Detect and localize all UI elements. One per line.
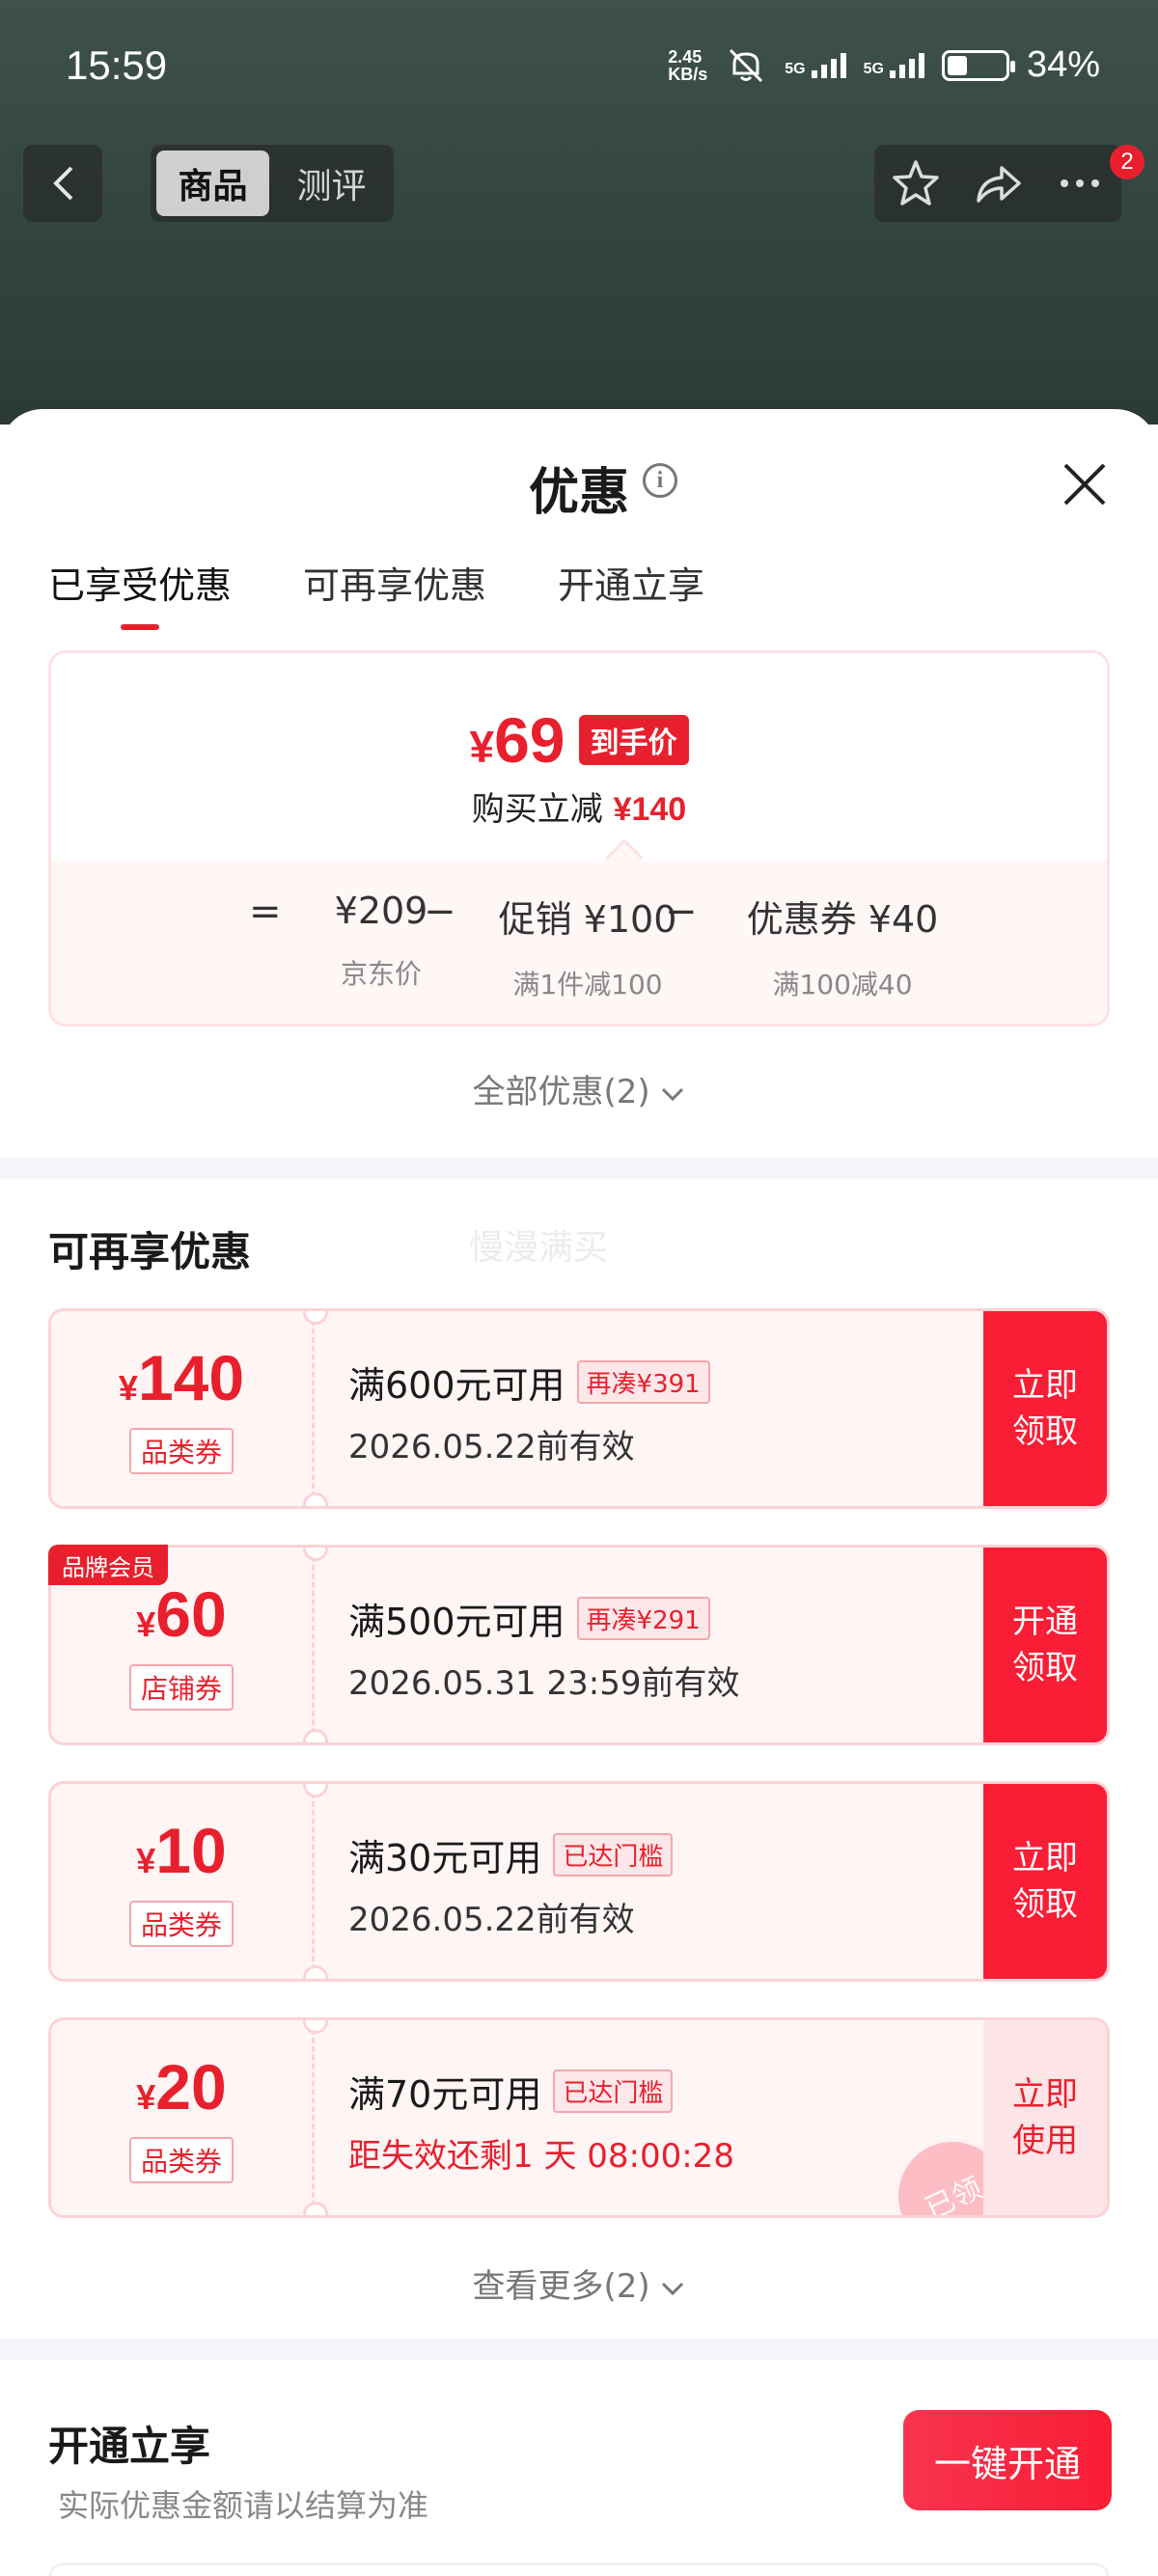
coupon-amount: ¥10 (136, 1814, 227, 1886)
coupon-validity: 2026.05.22前有效 (348, 1428, 635, 1466)
coupon-type: 店铺券 (128, 1663, 234, 1711)
more-offers-title: 可再享优惠 (48, 1228, 252, 1275)
tab-open-enjoy[interactable]: 开通立享 (558, 556, 704, 630)
coupon-amount-area: ¥10 品类券 (51, 1784, 312, 1979)
battery-percent: 34% (1026, 44, 1100, 85)
coupon-details: 满600元可用 再凑¥391 2026.05.22前有效 (348, 1356, 710, 1467)
coupon-condition: 满70元可用 (348, 2073, 542, 2116)
watermark-text: 慢漫满买 (469, 1228, 609, 1268)
star-icon[interactable] (889, 156, 943, 210)
coupon-condition: 满30元可用 (348, 1837, 542, 1879)
coupon-validity: 2026.05.22前有效 (348, 1901, 635, 1939)
chevron-down-icon (662, 1087, 684, 1102)
final-price-tag: 到手价 (578, 715, 689, 765)
net-speed: 2.45 KB/s (668, 46, 708, 84)
see-more-link[interactable]: 查看更多(2) (0, 2260, 1158, 2307)
reduction-line: 购买立减 ¥140 (471, 790, 687, 829)
formula-minus-1: − (424, 890, 456, 934)
coupon-details: 满500元可用 再凑¥291 2026.05.31 23:59前有效 (348, 1592, 739, 1704)
coupon-separator (303, 1311, 328, 1506)
brand-member-badge: 品牌会员 (48, 1545, 168, 1585)
coupon-card: ¥140 品类券 满600元可用 再凑¥391 2026.05.22前有效 立即 … (48, 1308, 1110, 1509)
battery-icon (941, 49, 1015, 81)
reduction-value: ¥140 (613, 791, 687, 828)
notification-badge: 2 (1110, 145, 1144, 179)
coupon-condition: 满600元可用 (348, 1364, 565, 1407)
offers-sheet: 优惠 i 已享受优惠 可再享优惠 开通立享 ¥69 到手价 购买立减 ¥140 … (0, 409, 1158, 2576)
coupon-condition: 满500元可用 (348, 1601, 565, 1643)
sheet-title: 优惠 (528, 464, 629, 522)
tab-review[interactable]: 测评 (275, 151, 388, 216)
coupon-details: 满30元可用 已达门槛 2026.05.22前有效 (348, 1828, 674, 1940)
final-price-row: ¥69 到手价 (51, 703, 1107, 777)
battery-level (947, 55, 967, 75)
final-price: ¥69 (469, 704, 565, 776)
coupon-separator (303, 2020, 328, 2215)
coupon-type: 品类券 (128, 1427, 234, 1474)
coupon-tag: 已达门槛 (553, 2069, 674, 2113)
open-enjoy-subtitle: 实际优惠金额请以结算为准 (58, 2487, 429, 2524)
coupon-amount-area: ¥140 品类券 (51, 1311, 312, 1506)
open-claim-button[interactable]: 开通 领取 (983, 1548, 1107, 1742)
share-icon[interactable] (971, 156, 1025, 210)
coupon-separator (303, 1784, 328, 1979)
coupon-amount-area: ¥20 品类券 (51, 2020, 312, 2215)
formula-minus-2: − (665, 890, 698, 934)
coupon-amount: ¥20 (136, 2050, 227, 2123)
tab-more-offers[interactable]: 可再享优惠 (303, 556, 486, 630)
status-icons: 2.45 KB/s 5G 5G 34% (668, 44, 1100, 86)
next-card-peek (48, 2562, 1110, 2576)
coupon-card: ¥20 品类券 满70元可用 已达门槛 距失效还剩1 天 08:00:28 已领 … (48, 2017, 1110, 2218)
info-icon[interactable]: i (643, 463, 677, 498)
claim-button[interactable]: 立即 领取 (983, 1311, 1107, 1506)
mute-bell-icon (730, 48, 763, 82)
final-price-card: ¥69 到手价 购买立减 ¥140 = ¥209 京东价 − 促销 ¥100 满… (48, 650, 1110, 1027)
signal-2-icon: 5G (864, 52, 924, 78)
sheet-tabs: 已享受优惠 可再享优惠 开通立享 (48, 556, 704, 630)
formula-coupon: 优惠券 ¥40 满100减40 (746, 898, 939, 1000)
coupon-tag: 再凑¥291 (576, 1597, 710, 1640)
coupon-tag: 已达门槛 (553, 1833, 674, 1877)
coupon-amount: ¥140 (118, 1341, 245, 1413)
coupon-card: ¥60 店铺券 满500元可用 再凑¥291 2026.05.31 23:59前有… (48, 1545, 1110, 1745)
coupon-tag: 再凑¥391 (576, 1360, 710, 1404)
status-bar: 15:59 2.45 KB/s 5G 5G 34% (0, 0, 1158, 135)
use-now-button[interactable]: 立即 使用 (983, 2020, 1107, 2215)
tab-product[interactable]: 商品 (156, 151, 269, 216)
back-button[interactable] (23, 145, 102, 222)
top-actions (874, 145, 1121, 222)
one-click-open-button[interactable]: 一键开通 (903, 2410, 1112, 2510)
coupon-type: 品类券 (128, 2136, 234, 2183)
coupon-countdown: 距失效还剩1 天 08:00:28 (348, 2137, 734, 2176)
status-time: 15:59 (66, 42, 168, 88)
formula-equals: = (249, 890, 282, 934)
coupon-details: 满70元可用 已达门槛 距失效还剩1 天 08:00:28 (348, 2065, 734, 2177)
section-divider (0, 2339, 1158, 2360)
price-formula: = ¥209 京东价 − 促销 ¥100 满1件减100 − 优惠券 ¥40 满… (51, 861, 1107, 1024)
claim-button[interactable]: 立即 领取 (983, 1784, 1107, 1979)
close-icon[interactable] (1058, 457, 1112, 511)
open-enjoy-title: 开通立享 (48, 2423, 211, 2470)
coupon-type: 品类券 (128, 1900, 234, 1947)
product-review-switch: 商品 测评 (151, 145, 394, 222)
tab-enjoyed-offers[interactable]: 已享受优惠 (48, 556, 232, 630)
signal-1-icon: 5G (785, 52, 846, 78)
section-divider (0, 1158, 1158, 1179)
final-price-top: ¥69 到手价 购买立减 ¥140 (51, 653, 1107, 861)
chevron-down-icon (662, 2282, 684, 2296)
coupon-amount: ¥60 (136, 1577, 227, 1650)
coupon-validity: 2026.05.31 23:59前有效 (348, 1664, 740, 1703)
chevron-left-icon (53, 166, 73, 201)
coupon-separator (303, 1548, 328, 1742)
coupon-card: ¥10 品类券 满30元可用 已达门槛 2026.05.22前有效 立即 领取 (48, 1781, 1110, 1982)
all-offers-link[interactable]: 全部优惠(2) (0, 1065, 1158, 1112)
more-icon[interactable] (1053, 156, 1107, 210)
